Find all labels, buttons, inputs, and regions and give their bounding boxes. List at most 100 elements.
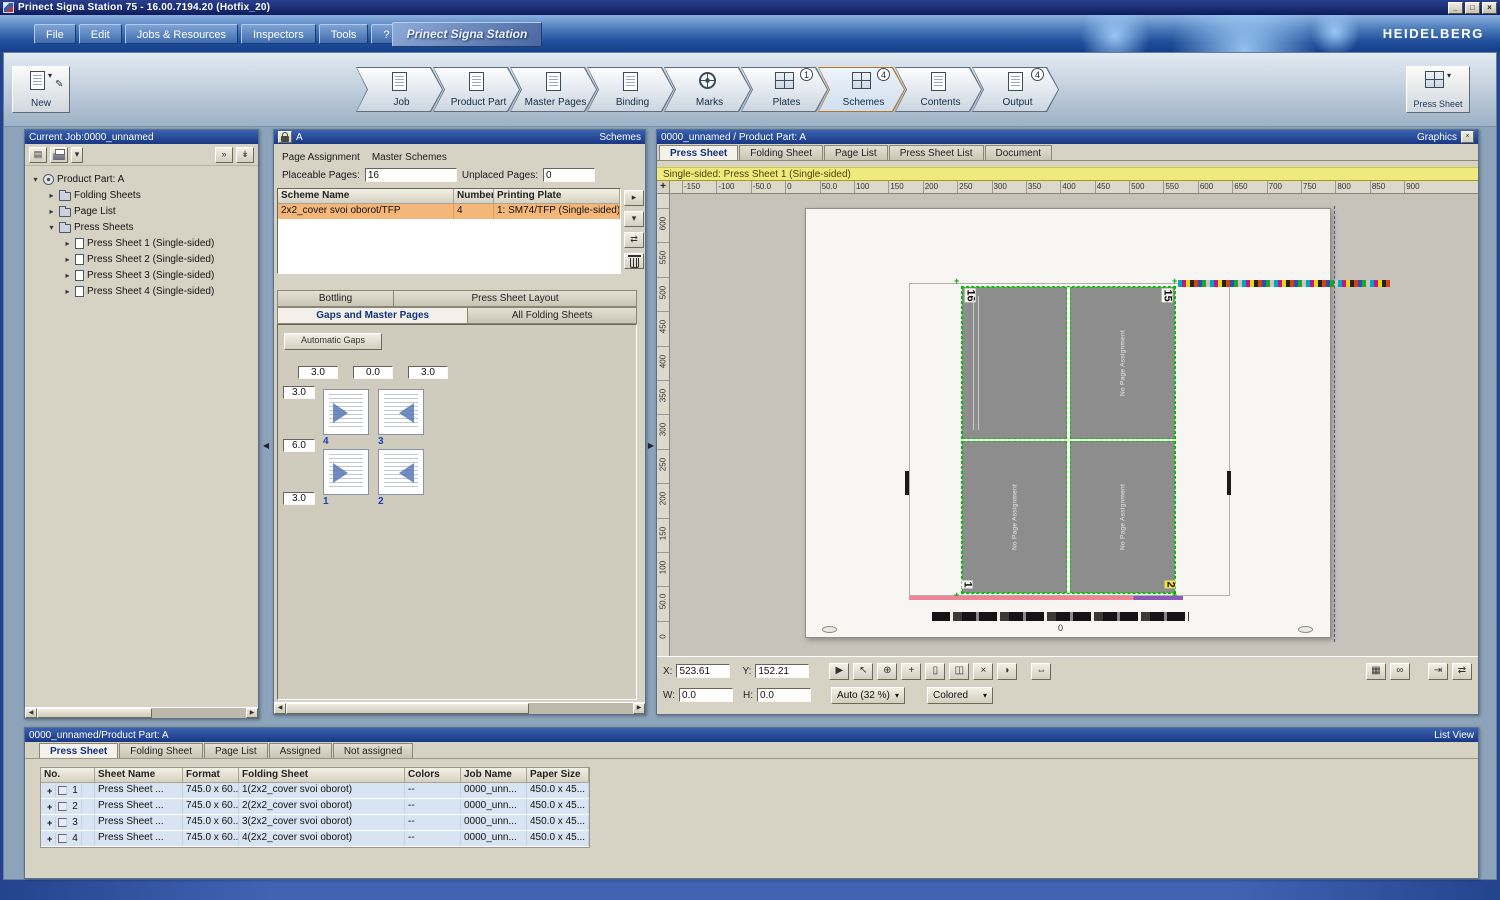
scroll-left-button[interactable]: ◀ [274, 703, 286, 714]
column-header[interactable]: Printing Plate [494, 189, 620, 203]
column-header[interactable]: Number [454, 189, 494, 203]
scroll-left-button[interactable]: ◀ [25, 708, 37, 718]
minimize-button[interactable]: _ [1448, 2, 1463, 14]
master-page-thumbnail[interactable] [323, 389, 369, 435]
tree-item-product-part[interactable]: ▾ Product Part: A [27, 171, 256, 187]
expander-icon[interactable]: ▸ [47, 191, 56, 200]
tab-all-folding-sheets[interactable]: All Folding Sheets [468, 307, 637, 324]
column-header[interactable]: Job Name [461, 768, 527, 782]
column-header[interactable]: Folding Sheet [239, 768, 405, 782]
horizontal-ruler[interactable]: -150-100-50.0050.01001502002503003504004… [670, 181, 1478, 194]
expand-plus-icon[interactable]: + [44, 801, 56, 813]
splitter-collapse-right[interactable]: ▶ [645, 441, 657, 450]
tab-document[interactable]: Document [985, 145, 1053, 160]
expand-plus-icon[interactable]: + [44, 817, 56, 829]
pointer-tool-button[interactable]: ↖ [853, 663, 873, 680]
gap-top-right-input[interactable] [408, 366, 448, 379]
tab-page-list[interactable]: Page List [204, 743, 268, 758]
delete-object-button[interactable]: × [973, 663, 993, 680]
step-schemes[interactable]: 4 Schemes [818, 67, 905, 112]
scrollbar-thumb[interactable] [286, 703, 529, 714]
pan-tool-button[interactable]: + [901, 663, 921, 680]
automatic-gaps-button[interactable]: Automatic Gaps [284, 333, 382, 350]
print-options-button[interactable]: ▾ [71, 147, 83, 163]
menu-edit[interactable]: Edit [79, 24, 122, 44]
zoom-tool-button[interactable]: ⊕ [877, 663, 897, 680]
column-header[interactable]: No. [41, 768, 95, 782]
binoculars-button[interactable]: ∞ [1390, 663, 1410, 680]
expander-icon[interactable]: ▸ [63, 271, 72, 280]
page-cell[interactable]: 2 No Page Assignment [1070, 441, 1175, 593]
fit-width-button[interactable]: ⇔ [1031, 663, 1051, 680]
color-mode-select[interactable]: Colored ▾ [927, 687, 993, 704]
compare-view-button[interactable]: ⇄ [1452, 663, 1472, 680]
x-input[interactable] [676, 664, 730, 678]
page-cell[interactable]: 1 No Page Assignment [962, 441, 1067, 593]
step-output[interactable]: 4 Output [972, 67, 1059, 112]
tree-item-page-list[interactable]: ▸ Page List [27, 203, 256, 219]
tab-page-list[interactable]: Page List [824, 145, 888, 160]
tree-item-press-sheet-1[interactable]: ▸ Press Sheet 1 (Single-sided) [27, 235, 256, 251]
chevron-down-icon[interactable]: ▾ [1447, 71, 1451, 80]
page-cell[interactable]: 16 [962, 287, 1067, 439]
expander-icon[interactable]: ▸ [63, 239, 72, 248]
step-contents[interactable]: Contents [895, 67, 982, 112]
step-product-part[interactable]: Product Part [433, 67, 520, 112]
press-sheet-row[interactable]: +1 Press Sheet ... 745.0 x 60... 1(2x2_c… [41, 783, 589, 799]
gap-top-left-input[interactable] [298, 366, 338, 379]
scroll-right-button[interactable]: ▶ [633, 703, 645, 714]
unplaced-pages-input[interactable] [543, 168, 595, 182]
expander-icon[interactable]: ▸ [63, 255, 72, 264]
tree-item-folding-sheets[interactable]: ▸ Folding Sheets [27, 187, 256, 203]
tab-press-sheet[interactable]: Press Sheet [39, 743, 118, 758]
column-header[interactable]: Scheme Name [278, 189, 454, 203]
ruler-origin-button[interactable]: + [657, 181, 670, 194]
h-input[interactable] [757, 688, 811, 702]
press-sheet-row[interactable]: +2 Press Sheet ... 745.0 x 60... 2(2x2_c… [41, 799, 589, 815]
page-cell[interactable]: 15 No Page Assignment [1070, 287, 1175, 439]
menu-file[interactable]: File [34, 24, 76, 44]
step-master-pages[interactable]: Master Pages [510, 67, 597, 112]
tab-folding-sheet[interactable]: Folding Sheet [739, 145, 823, 160]
assign-scheme-button[interactable]: ▸ [624, 190, 644, 206]
step-marks[interactable]: Marks [664, 67, 751, 112]
expander-icon[interactable]: ▸ [47, 207, 56, 216]
expand-plus-icon[interactable]: + [44, 785, 56, 797]
press-sheet-row[interactable]: +4 Press Sheet ... 745.0 x 60... 4(2x2_c… [41, 831, 589, 847]
close-panel-button[interactable]: × [1461, 131, 1474, 143]
column-header[interactable]: Sheet Name [95, 768, 183, 782]
scroll-right-button[interactable]: ▶ [246, 708, 258, 718]
ink-zones-button[interactable]: ◗ [997, 663, 1017, 680]
page-preview-button[interactable]: ▯ [925, 663, 945, 680]
w-input[interactable] [679, 688, 733, 702]
print-button[interactable] [50, 147, 68, 163]
assign-options-button[interactable]: ▾ [624, 211, 644, 227]
tab-press-sheet-list[interactable]: Press Sheet List [889, 145, 984, 160]
collapse-all-button[interactable]: ↡ [236, 147, 254, 163]
tab-bottling[interactable]: Bottling [277, 290, 394, 307]
menu-inspectors[interactable]: Inspectors [241, 24, 316, 44]
gap-top-center-input[interactable] [353, 366, 393, 379]
new-button[interactable]: ✎ ▾ New [12, 66, 70, 113]
tab-not-assigned[interactable]: Not assigned [333, 743, 413, 758]
press-sheet-canvas[interactable]: 16 15 No Page Assignment 1 No Page Assig… [670, 194, 1478, 656]
tree-item-press-sheets[interactable]: ▾ Press Sheets [27, 219, 256, 235]
tree-item-press-sheet-3[interactable]: ▸ Press Sheet 3 (Single-sided) [27, 267, 256, 283]
press-sheet-row[interactable]: +3 Press Sheet ... 745.0 x 60... 3(2x2_c… [41, 815, 589, 831]
step-plates[interactable]: 1 Plates [741, 67, 828, 112]
play-button[interactable]: ▶ [829, 663, 849, 680]
pages-preview-button[interactable]: ◫ [949, 663, 969, 680]
expander-icon[interactable]: ▾ [47, 223, 56, 232]
delete-scheme-button[interactable] [624, 253, 644, 269]
master-page-thumbnail[interactable] [378, 449, 424, 495]
horizontal-scrollbar[interactable]: ◀ ▶ [25, 707, 258, 718]
chevron-down-icon[interactable]: ▾ [48, 71, 52, 80]
tree-item-press-sheet-4[interactable]: ▸ Press Sheet 4 (Single-sided) [27, 283, 256, 299]
tree-item-press-sheet-2[interactable]: ▸ Press Sheet 2 (Single-sided) [27, 251, 256, 267]
fit-page-button[interactable]: ⇥ [1428, 663, 1448, 680]
tab-press-sheet-layout[interactable]: Press Sheet Layout [394, 290, 637, 307]
scheme-row-selected[interactable]: 2x2_cover svoi oborot/TFP 4 1: SM74/TFP … [278, 204, 620, 219]
gap-left-middle-input[interactable] [283, 439, 315, 452]
expand-all-button[interactable]: » [215, 147, 233, 163]
tab-gaps-and-master-pages[interactable]: Gaps and Master Pages [277, 307, 468, 324]
